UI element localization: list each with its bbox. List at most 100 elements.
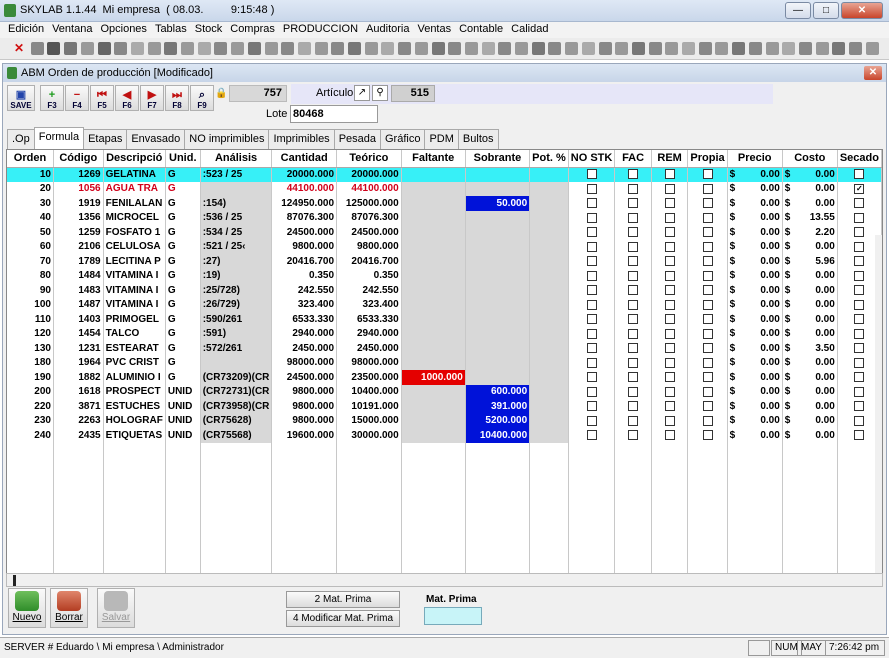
column-header-0[interactable]: Orden xyxy=(7,150,54,168)
checkbox[interactable] xyxy=(628,256,639,267)
toolbar-icon-26[interactable] xyxy=(448,42,462,55)
menu-item-5[interactable]: Compras xyxy=(227,22,278,38)
maximize-button[interactable]: □ xyxy=(813,2,839,19)
nuevo-button[interactable]: Nuevo xyxy=(8,588,46,628)
column-header-5[interactable]: Cantidad xyxy=(271,150,338,168)
secado-checkbox[interactable] xyxy=(854,285,865,296)
secado-checkbox[interactable] xyxy=(854,299,865,310)
checkbox[interactable] xyxy=(628,198,639,209)
toolbar-icon-10[interactable] xyxy=(181,42,194,55)
secado-checkbox[interactable] xyxy=(854,212,865,223)
toolbar-icon-15[interactable] xyxy=(264,42,278,55)
checkbox[interactable] xyxy=(586,372,597,383)
record-button-f3[interactable]: + F3 xyxy=(40,85,64,111)
secado-checkbox[interactable] xyxy=(854,198,865,209)
toolbar-icon-36[interactable] xyxy=(615,42,629,55)
toolbar-icon-9[interactable] xyxy=(164,42,178,55)
form-close-button[interactable]: ✕ xyxy=(864,66,882,80)
checkbox[interactable] xyxy=(664,314,675,325)
secado-checkbox[interactable] xyxy=(854,227,865,238)
checkbox[interactable] xyxy=(702,183,713,194)
checkbox[interactable] xyxy=(586,415,597,426)
toolbar-icon-2[interactable] xyxy=(47,42,61,55)
tab-2[interactable]: Etapas xyxy=(83,129,128,149)
toolbar-icon-45[interactable] xyxy=(765,42,779,55)
toolbar-icon-35[interactable] xyxy=(598,42,612,55)
checkbox[interactable] xyxy=(664,386,675,397)
toolbar-icon-28[interactable] xyxy=(481,42,495,55)
table-row[interactable]: 190 1882 ALUMINIO I G (CR73209)(CR 24500.000 2… xyxy=(7,370,882,385)
table-row[interactable]: 90 1483 VITAMINA I G:25/728) 242.550 242.550 $… xyxy=(7,283,882,298)
secado-checkbox[interactable] xyxy=(854,256,865,267)
checkbox[interactable] xyxy=(628,372,639,383)
checkbox[interactable] xyxy=(702,328,713,339)
minimize-button[interactable]: — xyxy=(785,2,811,19)
toolbar-icon-0[interactable]: ✕ xyxy=(14,42,27,55)
column-header-15[interactable]: Costo xyxy=(782,150,838,168)
checkbox[interactable] xyxy=(702,372,713,383)
toolbar-icon-46[interactable] xyxy=(782,42,796,55)
secado-checkbox[interactable] xyxy=(854,430,865,441)
checkbox[interactable] xyxy=(586,401,597,412)
secado-checkbox[interactable] xyxy=(854,314,865,325)
checkbox[interactable] xyxy=(586,241,597,252)
checkbox[interactable] xyxy=(702,227,713,238)
column-header-12[interactable]: REM xyxy=(651,150,689,168)
checkbox[interactable] xyxy=(628,285,639,296)
toolbar-icon-16[interactable] xyxy=(281,42,295,55)
toolbar-icon-33[interactable] xyxy=(565,42,579,55)
toolbar-icon-49[interactable] xyxy=(832,42,846,55)
checkbox[interactable] xyxy=(586,386,597,397)
article-lookup-icon[interactable]: ↗ xyxy=(354,85,370,101)
checkbox[interactable] xyxy=(586,270,597,281)
checkbox[interactable] xyxy=(664,328,675,339)
checkbox[interactable] xyxy=(628,270,639,281)
table-row[interactable]: 180 1964 PVC CRIST G 98000.000 98000.000 $0.00… xyxy=(7,355,882,370)
mat-prima-button[interactable]: 2 Mat. Prima xyxy=(286,591,400,608)
table-row[interactable]: 10 1269 GELATINA G:523 / 25 20000.000 20000.0… xyxy=(7,167,882,182)
toolbar-icon-40[interactable] xyxy=(682,42,695,55)
toolbar-icon-43[interactable] xyxy=(732,42,746,55)
menu-item-4[interactable]: Stock xyxy=(192,22,226,38)
secado-checkbox[interactable] xyxy=(854,357,865,368)
checkbox[interactable] xyxy=(586,285,597,296)
modificar-mat-prima-button[interactable]: 4 Modificar Mat. Prima xyxy=(286,610,400,627)
menu-item-10[interactable]: Calidad xyxy=(508,22,551,38)
toolbar-icon-14[interactable] xyxy=(247,42,261,55)
toolbar-icon-23[interactable] xyxy=(398,42,412,55)
table-row[interactable]: 200 1618 PROSPECT UNID (CR72731)(CR 9800.000 1… xyxy=(7,384,882,399)
toolbar-icon-25[interactable] xyxy=(431,42,445,55)
article-search-icon[interactable]: ⚲ xyxy=(372,85,388,101)
column-header-9[interactable]: Pot. % xyxy=(529,150,569,168)
secado-checkbox[interactable] xyxy=(854,415,865,426)
checkbox[interactable] xyxy=(664,357,675,368)
column-header-8[interactable]: Sobrante xyxy=(465,150,531,168)
checkbox[interactable] xyxy=(664,169,675,180)
table-row[interactable]: 220 3871 ESTUCHES UNID (CR73958)(CR 9800.000 1… xyxy=(7,399,882,414)
menu-item-8[interactable]: Ventas xyxy=(414,22,454,38)
checkbox[interactable] xyxy=(586,357,597,368)
checkbox[interactable] xyxy=(586,227,597,238)
checkbox[interactable] xyxy=(664,343,675,354)
checkbox[interactable] xyxy=(702,169,713,180)
checkbox[interactable] xyxy=(628,415,639,426)
checkbox[interactable] xyxy=(586,256,597,267)
tab-5[interactable]: Imprimibles xyxy=(268,129,335,149)
column-header-1[interactable]: Código xyxy=(53,150,104,168)
toolbar-icon-37[interactable] xyxy=(631,42,645,55)
toolbar-icon-11[interactable] xyxy=(197,42,211,55)
checkbox[interactable] xyxy=(702,343,713,354)
table-row[interactable]: 70 1789 LECITINA P G:27) 20416.700 20416.700 $… xyxy=(7,254,882,269)
table-row[interactable]: 100 1487 VITAMINA I G:26/729) 323.400 323.400… xyxy=(7,297,882,312)
checkbox[interactable] xyxy=(702,357,713,368)
toolbar-icon-39[interactable] xyxy=(665,42,679,55)
table-row[interactable]: 130 1231 ESTEARAT G:572/261 2450.000 2450.000… xyxy=(7,341,882,356)
checkbox[interactable] xyxy=(586,343,597,354)
column-header-2[interactable]: Descripció xyxy=(103,150,166,168)
menu-item-3[interactable]: Tablas xyxy=(152,22,190,38)
toolbar-icon-47[interactable] xyxy=(798,42,812,55)
toolbar-icon-12[interactable] xyxy=(214,42,228,55)
table-row[interactable]: 110 1403 PRIMOGEL G:590/261 6533.330 6533.330… xyxy=(7,312,882,327)
record-button-f5[interactable]: ⏮ F5 xyxy=(90,85,114,111)
checkbox[interactable] xyxy=(628,386,639,397)
